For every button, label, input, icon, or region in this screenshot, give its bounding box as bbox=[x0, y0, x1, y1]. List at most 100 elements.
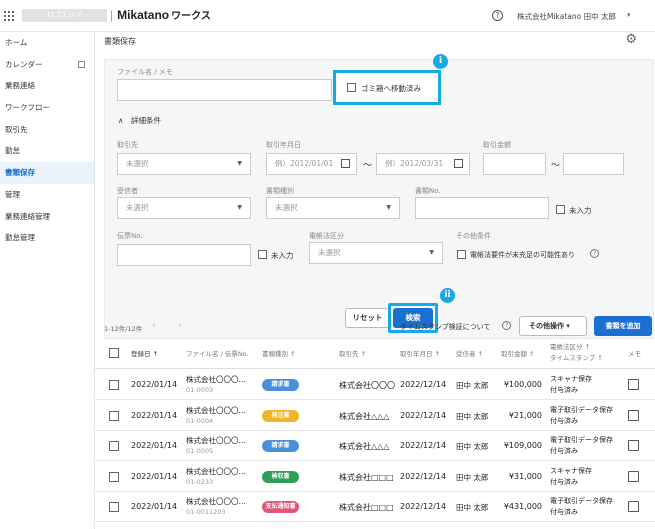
col-file[interactable]: ファイル名 / 伝票No. bbox=[186, 350, 249, 359]
cell-file[interactable]: 株式会社〇〇〇… bbox=[186, 374, 246, 385]
pager[interactable]: ‹ › bbox=[152, 321, 192, 331]
amount-max-input[interactable] bbox=[563, 153, 624, 175]
info-icon[interactable]: ? bbox=[502, 321, 511, 330]
sidebar-item-attendance[interactable]: 勤怠 bbox=[0, 140, 94, 162]
calendar-icon[interactable] bbox=[454, 159, 463, 168]
trash-highlight: ゴミ箱へ移動済み bbox=[333, 70, 441, 105]
file-memo-input[interactable] bbox=[117, 79, 332, 101]
cell-file[interactable]: 株式会社〇〇〇… bbox=[186, 466, 246, 477]
trash-checkbox[interactable] bbox=[347, 83, 356, 92]
detail-toggle[interactable]: ∧ 詳細条件 bbox=[118, 115, 161, 126]
select-all-checkbox[interactable] bbox=[109, 348, 119, 358]
table-row[interactable]: 2022/01/14 株式会社〇〇〇… 01-0004 株式会社△△△ 2022/12/… bbox=[95, 401, 655, 431]
cell-recipient: 田中 太郎 bbox=[456, 503, 489, 512]
col-amount[interactable]: 取引金額 ↑ bbox=[501, 350, 535, 359]
col-type[interactable]: 書類種別 ↑ bbox=[262, 350, 296, 359]
doctype-select[interactable]: 未選択 ▼ bbox=[266, 197, 400, 219]
col-txdate[interactable]: 取引年月日 ↑ bbox=[400, 350, 440, 359]
table-row[interactable]: 2022/01/14 株式会社〇〇〇… 01-0011203 株式会社□□□ 2022/… bbox=[95, 492, 655, 522]
docno-unfilled-checkbox[interactable] bbox=[556, 205, 565, 214]
cell-txdate: 2022/12/14 bbox=[400, 380, 447, 389]
add-document-button[interactable]: 書類を追加 bbox=[594, 316, 652, 336]
help-icon[interactable]: ? bbox=[492, 10, 503, 21]
cell-file[interactable]: 株式会社〇〇〇… bbox=[186, 405, 246, 416]
col-client[interactable]: 取引先 ↑ bbox=[339, 350, 366, 359]
amount-min-input[interactable] bbox=[483, 153, 546, 175]
search-panel: ファイル名 / メモ ゴミ箱へ移動済み i ∧ 詳細条件 取引先 未選択 ▼ 取引… bbox=[104, 54, 654, 339]
sidebar-item-clients[interactable]: 取引先 bbox=[0, 119, 94, 141]
amount-tilde: 〜 bbox=[551, 161, 561, 171]
table-row[interactable]: 2022/01/14 株式会社〇〇〇… 01-0003 株式会社〇〇〇 2022/12/… bbox=[95, 370, 655, 400]
sidebar-item-label: 取引先 bbox=[5, 124, 28, 134]
cell-timestamp: 付与済み bbox=[550, 416, 578, 425]
top-bar: ロゴエリア | Mikatano ワークス ? 株式会社Mikatano 田中 太郎… bbox=[0, 0, 655, 32]
docno-input[interactable] bbox=[415, 197, 549, 219]
sidebar-item-calendar[interactable]: カレンダー bbox=[0, 54, 94, 76]
cell-txdate: 2022/12/14 bbox=[400, 410, 447, 420]
col-law[interactable]: 電帳法区分 ↑ bbox=[550, 343, 590, 352]
col-recipient[interactable]: 受信者 ↑ bbox=[456, 350, 483, 359]
calendar-icon[interactable] bbox=[341, 159, 350, 168]
page-title: 書類保存 bbox=[104, 37, 136, 46]
table-row[interactable]: 2022/01/14 株式会社〇〇〇… 01-0005 株式会社△△△ 2022/12/… bbox=[95, 431, 655, 461]
sidebar-item-business-contact[interactable]: 業務連絡 bbox=[0, 75, 94, 97]
client-select[interactable]: 未選択 ▼ bbox=[117, 153, 251, 175]
cell-file[interactable]: 株式会社〇〇〇… bbox=[186, 496, 246, 507]
external-link-icon[interactable] bbox=[78, 60, 85, 68]
memo-icon[interactable] bbox=[628, 501, 639, 512]
doctype-tag: 発注書 bbox=[262, 409, 299, 422]
table-row[interactable]: 2022/01/14 株式会社〇〇〇… 01-0233 株式会社□□□ 2022/12/… bbox=[95, 462, 655, 492]
cell-law: スキャナ保存 bbox=[550, 466, 592, 475]
sidebar-item-admin[interactable]: 管理 bbox=[0, 184, 94, 206]
row-checkbox[interactable] bbox=[109, 380, 119, 390]
date-to-input[interactable]: 例）2012/03/31 bbox=[376, 153, 470, 175]
memo-icon[interactable] bbox=[628, 379, 639, 390]
sidebar-item-workflow[interactable]: ワークフロー bbox=[0, 97, 94, 119]
chevron-down-icon[interactable]: ▾ bbox=[627, 11, 631, 19]
other-checkbox[interactable] bbox=[457, 250, 466, 259]
cell-txdate: 2022/12/14 bbox=[400, 441, 447, 450]
row-checkbox[interactable] bbox=[109, 410, 119, 421]
sidebar-item-label: カレンダー bbox=[5, 59, 43, 69]
sidebar-item-label: 勤怠 bbox=[5, 146, 20, 156]
slip-unfilled-checkbox[interactable] bbox=[258, 250, 267, 259]
col-timestamp[interactable]: タイムスタンプ ↑ bbox=[550, 354, 603, 363]
other-operations-button[interactable]: その他操作 ▾ bbox=[519, 316, 587, 336]
logo-area[interactable]: ロゴエリア bbox=[22, 9, 107, 22]
cell-file[interactable]: 株式会社〇〇〇… bbox=[186, 435, 246, 446]
date-from-input[interactable]: 例）2012/01/01 bbox=[266, 153, 357, 175]
cell-amount: ¥100,000 bbox=[503, 380, 542, 389]
file-label: ファイル名 / メモ bbox=[117, 68, 173, 76]
sidebar-item-document-storage[interactable]: 書類保存 bbox=[0, 162, 94, 184]
gear-icon[interactable]: ⚙ bbox=[625, 32, 637, 47]
info-icon[interactable]: ? bbox=[590, 249, 599, 258]
sidebar: ホームカレンダー業務連絡 ワークフロー取引先勤怠書類保存管理 業務連絡管理 勤怠管理 bbox=[0, 32, 95, 529]
sidebar-item-home[interactable]: ホーム bbox=[0, 32, 94, 54]
cell-date: 2022/01/14 bbox=[131, 471, 178, 481]
recipient-select[interactable]: 未選択 ▼ bbox=[117, 197, 251, 219]
memo-icon[interactable] bbox=[628, 440, 639, 451]
annotation-badge-i: i bbox=[433, 54, 448, 69]
timestamp-verify-link[interactable]: タイムスタンプ検証について bbox=[400, 322, 490, 332]
row-checkbox[interactable] bbox=[109, 471, 119, 482]
app-grid-icon[interactable] bbox=[4, 11, 14, 21]
reset-button[interactable]: リセット bbox=[345, 308, 390, 328]
memo-icon[interactable] bbox=[628, 409, 639, 421]
sidebar-item-attendance-admin[interactable]: 勤怠管理 bbox=[0, 227, 94, 249]
brand-logo[interactable]: | Mikatano ワークス bbox=[110, 7, 211, 22]
date-tilde: 〜 bbox=[363, 161, 373, 171]
cell-txdate: 2022/12/14 bbox=[400, 471, 447, 481]
memo-icon[interactable] bbox=[628, 470, 639, 482]
cell-amount: ¥431,000 bbox=[503, 502, 542, 511]
slip-input[interactable] bbox=[117, 244, 251, 266]
cell-slip-no: 01-0011203 bbox=[186, 508, 226, 516]
cell-slip-no: 01-0003 bbox=[186, 386, 214, 394]
sidebar-item-label: 書類保存 bbox=[5, 168, 35, 178]
law-select[interactable]: 未選択 ▼ bbox=[309, 242, 443, 264]
row-checkbox[interactable] bbox=[109, 441, 119, 451]
sidebar-item-business-contact-admin[interactable]: 業務連絡管理 bbox=[0, 206, 94, 228]
col-date[interactable]: 登録日 ↑ bbox=[131, 350, 158, 359]
result-count: 1-12件/12件 bbox=[104, 325, 143, 333]
row-checkbox[interactable] bbox=[109, 502, 119, 512]
user-company[interactable]: 株式会社Mikatano 田中 太郎 bbox=[517, 11, 616, 22]
